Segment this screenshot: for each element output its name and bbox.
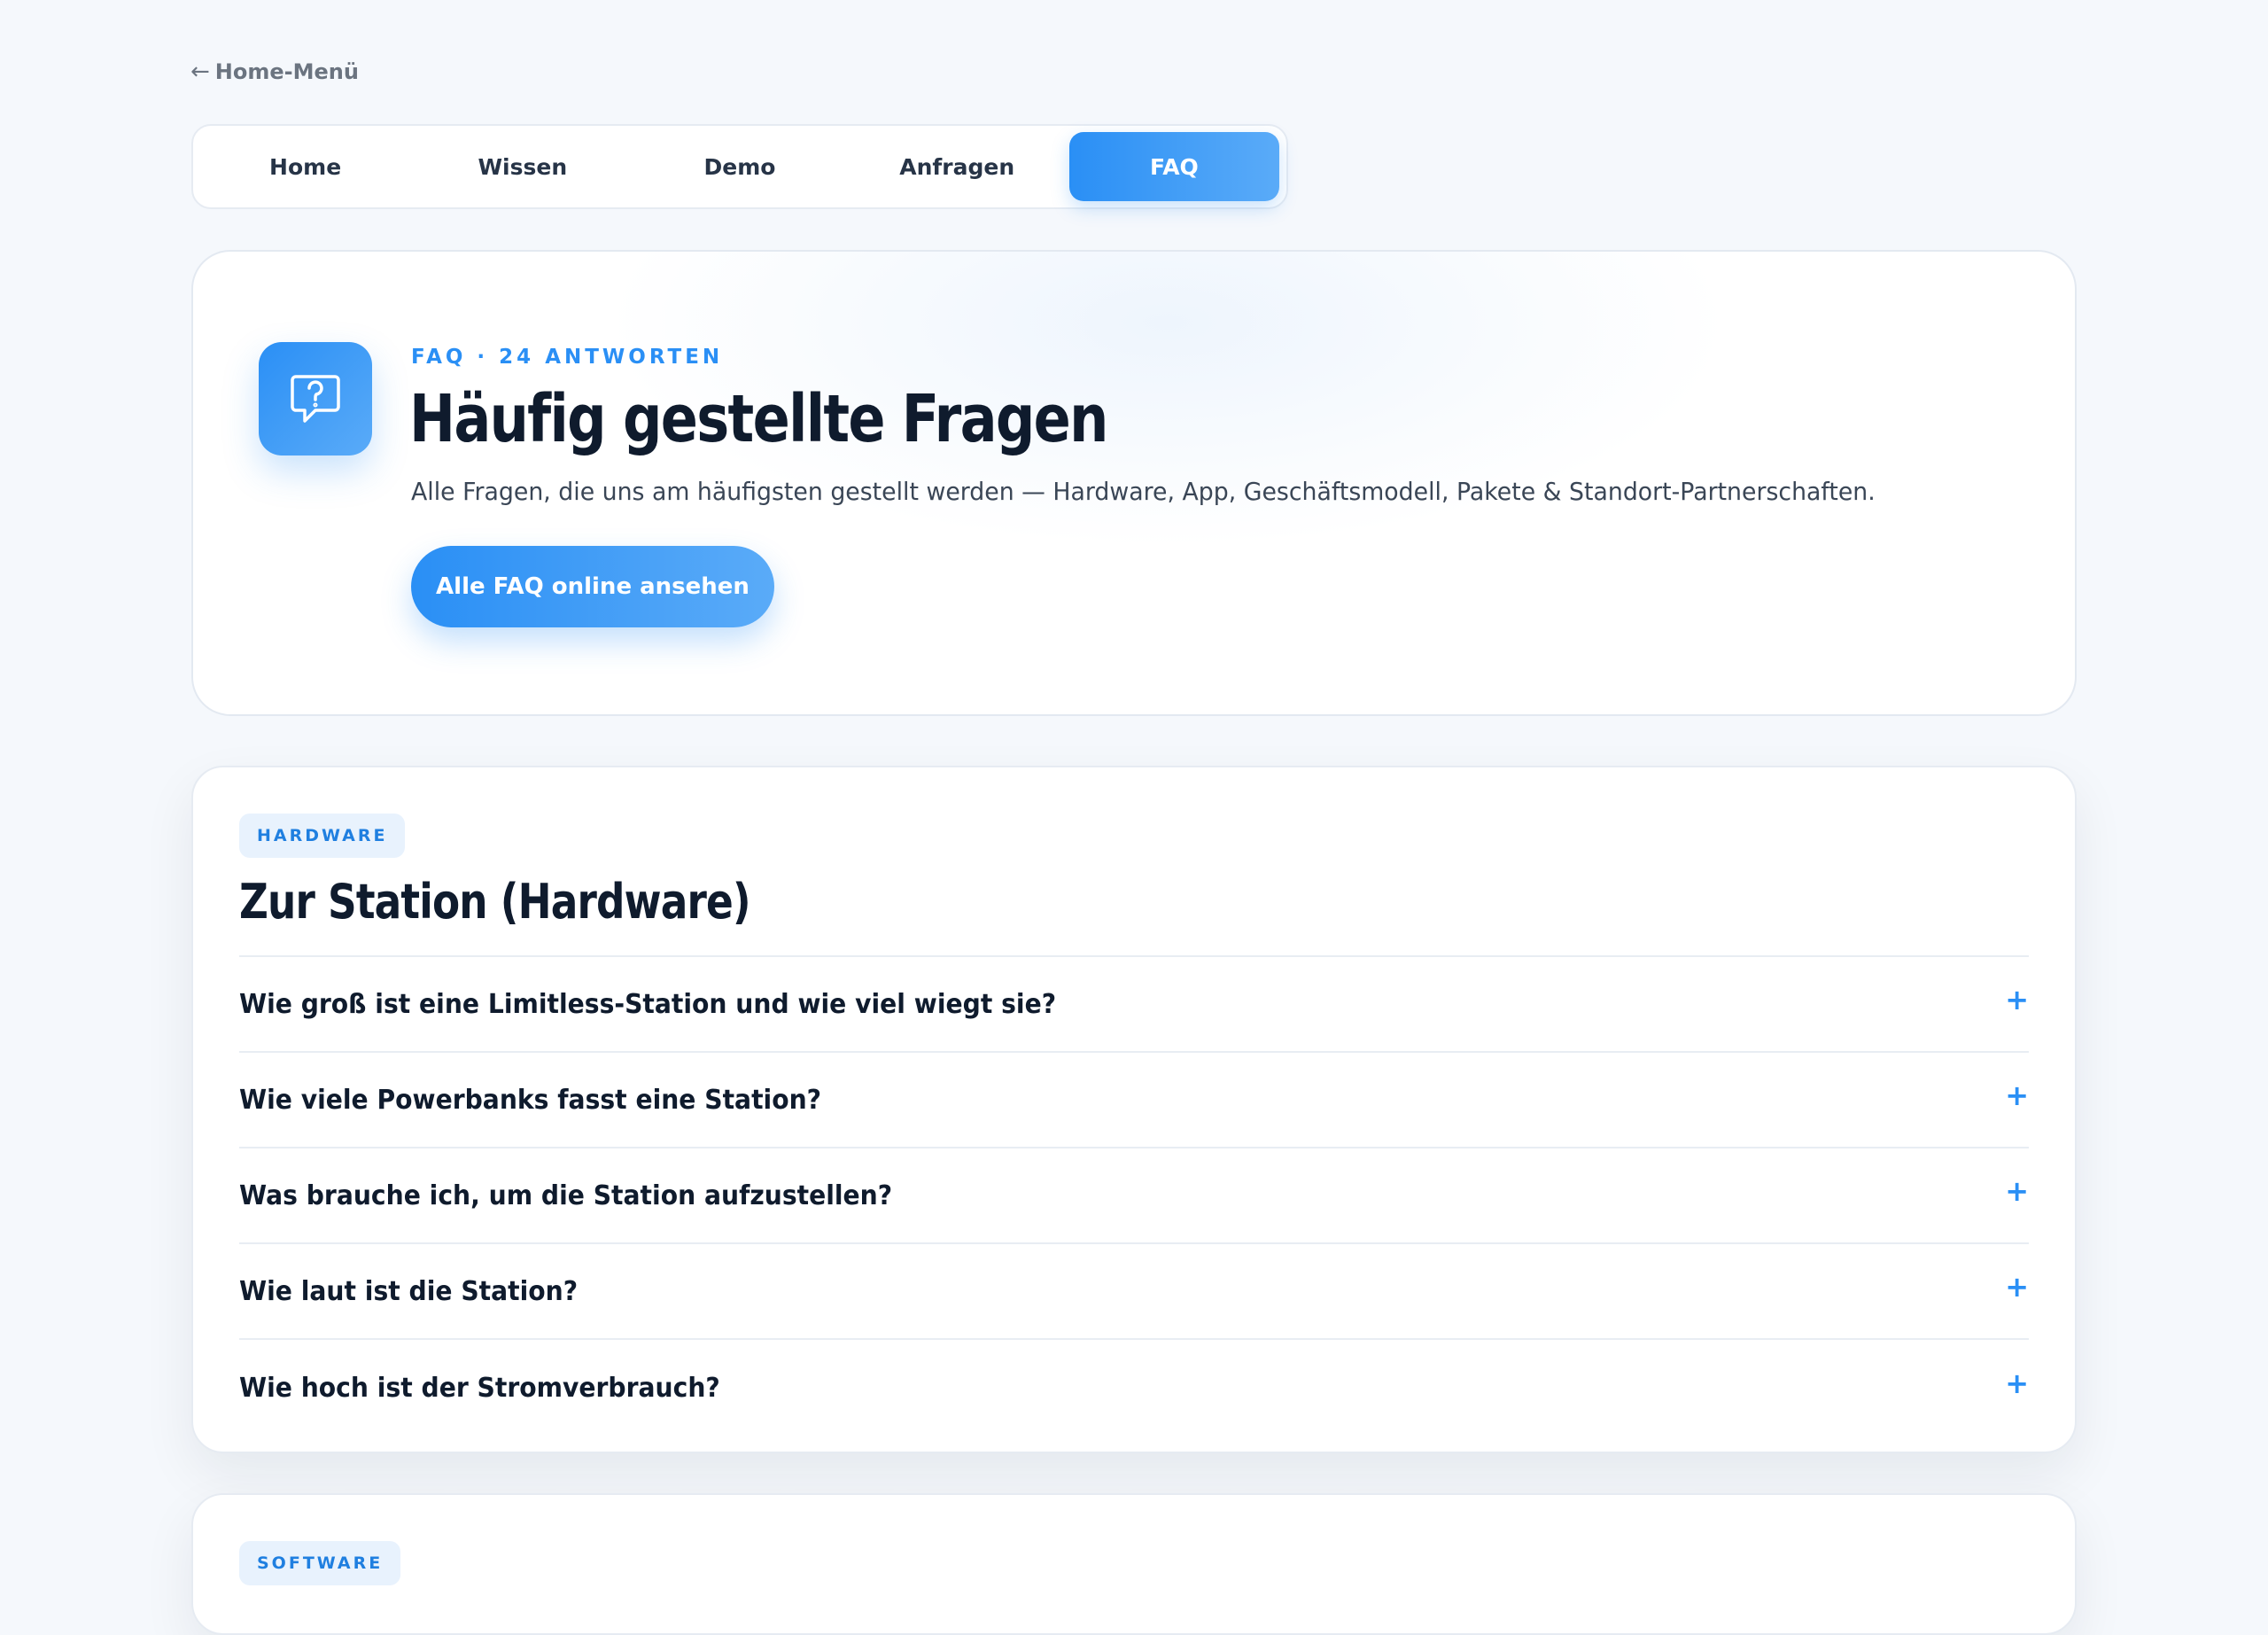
faq-question: Wie hoch ist der Stromverbrauch? <box>239 1372 720 1404</box>
back-link-label: Home-Menü <box>214 59 359 84</box>
faq-question: Wie groß ist eine Limitless-Station und … <box>239 988 1057 1020</box>
section-badge: HARDWARE <box>239 814 406 858</box>
back-link-home-menu[interactable]: ← Home-Menü <box>190 58 359 85</box>
tab-demo[interactable]: Demo <box>634 132 844 201</box>
faq-item[interactable]: Was brauche ich, um die Station aufzuste… <box>239 1148 2029 1244</box>
faq-section-software: SOFTWARE <box>191 1493 2077 1635</box>
plus-icon[interactable]: + <box>2005 1078 2029 1112</box>
faq-section-hardware: HARDWARE Zur Station (Hardware) Wie groß… <box>191 766 2077 1453</box>
faq-question: Wie laut ist die Station? <box>239 1275 579 1307</box>
tab-home[interactable]: Home <box>200 132 410 201</box>
faq-item[interactable]: Wie laut ist die Station? + <box>239 1244 2029 1340</box>
faq-question: Wie viele Powerbanks fasst eine Station? <box>239 1084 822 1116</box>
faq-list: Wie groß ist eine Limitless-Station und … <box>239 955 2029 1436</box>
plus-icon[interactable]: + <box>2005 983 2029 1016</box>
section-badge: SOFTWARE <box>239 1541 401 1585</box>
faq-item[interactable]: Wie hoch ist der Stromverbrauch? + <box>239 1340 2029 1436</box>
faq-question: Was brauche ich, um die Station aufzuste… <box>239 1180 893 1211</box>
tab-faq[interactable]: FAQ <box>1068 132 1280 201</box>
plus-icon[interactable]: + <box>2005 1174 2029 1208</box>
hero-description: Alle Fragen, die uns am häufigsten geste… <box>411 477 1876 506</box>
hero-card: FAQ · 24 ANTWORTEN Häufig gestellte Frag… <box>191 250 2077 716</box>
tab-anfragen[interactable]: Anfragen <box>852 132 1062 201</box>
tab-wissen[interactable]: Wissen <box>417 132 627 201</box>
faq-item[interactable]: Wie viele Powerbanks fasst eine Station?… <box>239 1053 2029 1148</box>
hero-eyebrow: FAQ · 24 ANTWORTEN <box>411 346 724 369</box>
top-nav: Home Wissen Demo Anfragen FAQ <box>191 124 1288 209</box>
page-title: Häufig gestellte Fragen <box>409 381 1108 457</box>
view-all-faq-button[interactable]: Alle FAQ online ansehen <box>411 546 774 627</box>
section-title: Zur Station (Hardware) <box>239 874 751 930</box>
question-chat-icon <box>259 342 372 455</box>
plus-icon[interactable]: + <box>2005 1270 2029 1304</box>
faq-item[interactable]: Wie groß ist eine Limitless-Station und … <box>239 957 2029 1053</box>
arrow-left-icon: ← <box>190 58 210 85</box>
plus-icon[interactable]: + <box>2005 1366 2029 1400</box>
